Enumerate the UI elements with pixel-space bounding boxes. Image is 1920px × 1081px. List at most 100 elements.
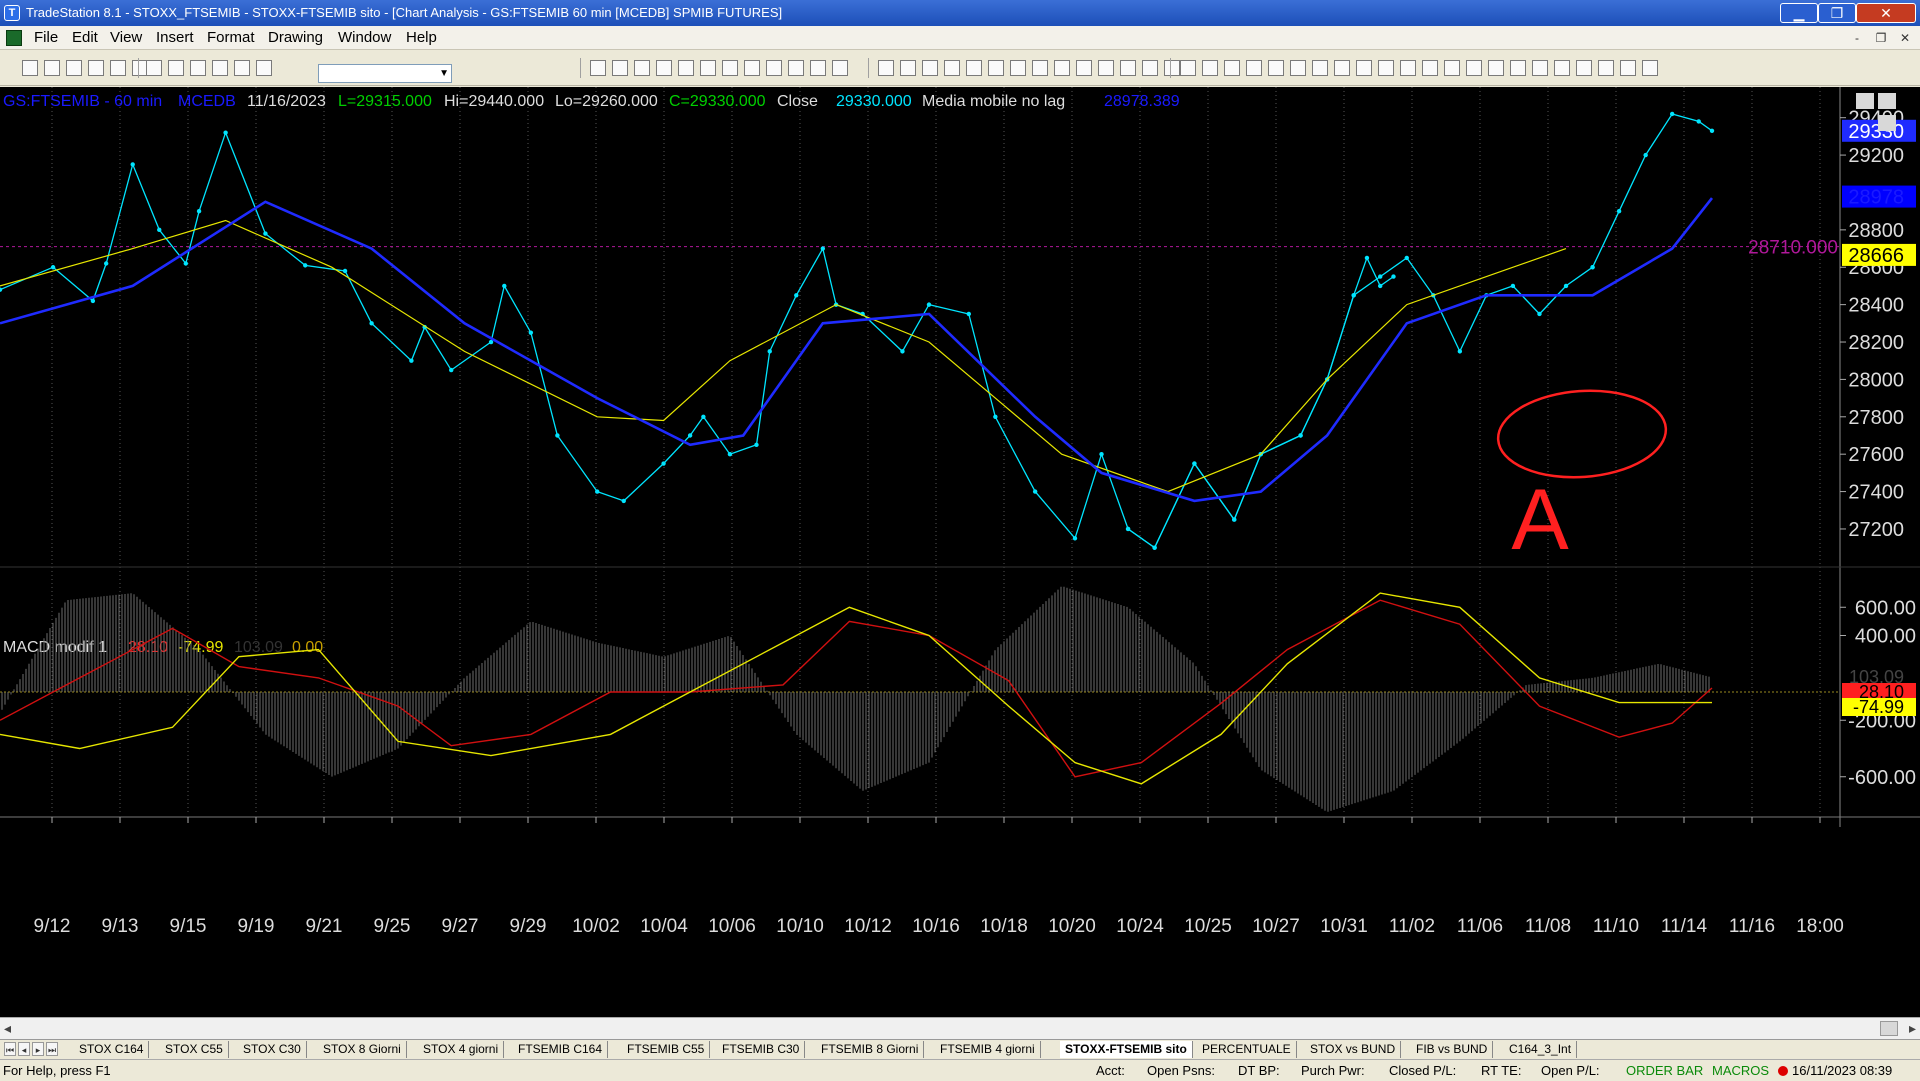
tab-nav-icon[interactable]: ⏭ <box>46 1042 58 1056</box>
mdi-minimize-button[interactable]: - <box>1848 29 1866 47</box>
tab-nav-icon[interactable]: ▸ <box>32 1042 44 1056</box>
toolbar-tool-icon[interactable] <box>190 60 206 76</box>
toolbar-tool-icon[interactable] <box>766 60 782 76</box>
toolbar-tool-icon[interactable] <box>1268 60 1284 76</box>
toolbar-tool-icon[interactable] <box>1598 60 1614 76</box>
toolbar-tool-icon[interactable] <box>1642 60 1658 76</box>
toolbar-tool-icon[interactable] <box>634 60 650 76</box>
scroll-left-icon[interactable]: ◂ <box>4 1020 11 1037</box>
toolbar-tool-icon[interactable] <box>1444 60 1460 76</box>
symbol-combo[interactable]: ▼ <box>318 64 452 83</box>
toolbar-tool-icon[interactable] <box>66 60 82 76</box>
toolbar-tool-icon[interactable] <box>1400 60 1416 76</box>
toolbar-tool-icon[interactable] <box>110 60 126 76</box>
workspace-tab[interactable]: FTSEMIB C30 <box>717 1041 806 1058</box>
toolbar-tool-icon[interactable] <box>44 60 60 76</box>
toolbar-tool-icon[interactable] <box>1576 60 1592 76</box>
workspace-tab[interactable]: STOX vs BUND <box>1305 1041 1402 1058</box>
tradestation-app-icon[interactable]: T <box>4 5 20 21</box>
toolbar-tool-icon[interactable] <box>966 60 982 76</box>
toolbar-tool-icon[interactable] <box>146 60 162 76</box>
toolbar-tool-icon[interactable] <box>1290 60 1306 76</box>
tab-nav-icon[interactable]: ◂ <box>18 1042 30 1056</box>
workspace-tab[interactable]: STOX 4 giorni <box>418 1041 505 1058</box>
toolbar-tool-icon[interactable] <box>1532 60 1548 76</box>
minimize-button[interactable]: ▁ <box>1780 3 1818 23</box>
macros-status[interactable]: MACROS <box>1712 1060 1769 1081</box>
workspace-tab[interactable]: STOXX-FTSEMIB sito <box>1060 1041 1193 1058</box>
toolbar-tool-icon[interactable] <box>1378 60 1394 76</box>
tab-nav-icon[interactable]: ⏮ <box>4 1042 16 1056</box>
toolbar-tool-icon[interactable] <box>1180 60 1196 76</box>
toolbar-tool-icon[interactable] <box>656 60 672 76</box>
scroll-right-icon[interactable]: ▸ <box>1909 1020 1916 1037</box>
toolbar-tool-icon[interactable] <box>1312 60 1328 76</box>
toolbar-tool-icon[interactable] <box>1010 60 1026 76</box>
toolbar-tool-icon[interactable] <box>1510 60 1526 76</box>
toolbar-tool-icon[interactable] <box>1224 60 1240 76</box>
workspace-tab[interactable]: FTSEMIB 4 giorni <box>935 1041 1041 1058</box>
order-bar-status[interactable]: ORDER BAR <box>1626 1060 1703 1081</box>
toolbar-tool-icon[interactable] <box>168 60 184 76</box>
chart-document-icon[interactable] <box>6 30 22 46</box>
toolbar-tool-icon[interactable] <box>1334 60 1350 76</box>
toolbar-tool-icon[interactable] <box>212 60 228 76</box>
close-button[interactable]: ✕ <box>1856 3 1916 23</box>
toolbar-tool-icon[interactable] <box>1246 60 1262 76</box>
horizontal-scrollbar[interactable]: ◂ ▸ <box>0 1017 1920 1039</box>
toolbar-tool-icon[interactable] <box>1098 60 1114 76</box>
toolbar-tool-icon[interactable] <box>1076 60 1092 76</box>
menu-window[interactable]: Window <box>338 26 391 50</box>
toolbar-tool-icon[interactable] <box>1554 60 1570 76</box>
workspace-tab[interactable]: PERCENTUALE <box>1197 1041 1297 1058</box>
scroll-thumb[interactable] <box>1880 1021 1898 1036</box>
toolbar-tool-icon[interactable] <box>1356 60 1372 76</box>
toolbar-tool-icon[interactable] <box>1620 60 1636 76</box>
toolbar-tool-icon[interactable] <box>878 60 894 76</box>
toolbar-tool-icon[interactable] <box>900 60 916 76</box>
menu-file[interactable]: File <box>34 26 58 50</box>
toolbar-tool-icon[interactable] <box>944 60 960 76</box>
workspace-tab[interactable]: STOX C55 <box>160 1041 229 1058</box>
chart-area[interactable]: 29400 29200 28800 28600 28400 28200 28000 27800… <box>0 87 1920 1017</box>
chart-canvas[interactable]: 2940029200288002860028400282002800027800… <box>0 87 1920 1017</box>
toolbar-tool-icon[interactable] <box>832 60 848 76</box>
toolbar-tool-icon[interactable] <box>1032 60 1048 76</box>
workspace-tab[interactable]: STOX 8 Giorni <box>318 1041 407 1058</box>
toolbar-tool-icon[interactable] <box>1202 60 1218 76</box>
menu-insert[interactable]: Insert <box>156 26 194 50</box>
toolbar-tool-icon[interactable] <box>678 60 694 76</box>
toolbar-tool-icon[interactable] <box>1164 60 1180 76</box>
toolbar-tool-icon[interactable] <box>22 60 38 76</box>
maximize-button[interactable]: ❐ <box>1818 3 1856 23</box>
menu-view[interactable]: View <box>110 26 142 50</box>
chart-min-button[interactable] <box>1856 93 1874 109</box>
menu-help[interactable]: Help <box>406 26 437 50</box>
toolbar-tool-icon[interactable] <box>1120 60 1136 76</box>
workspace-tab[interactable]: FTSEMIB C55 <box>622 1041 711 1058</box>
toolbar-tool-icon[interactable] <box>744 60 760 76</box>
workspace-tab[interactable]: FTSEMIB 8 Giorni <box>816 1041 925 1058</box>
toolbar-tool-icon[interactable] <box>722 60 738 76</box>
toolbar-tool-icon[interactable] <box>1054 60 1070 76</box>
mdi-restore-button[interactable]: ❐ <box>1872 29 1890 47</box>
chevron-down-icon[interactable]: ▼ <box>439 68 449 79</box>
toolbar-tool-icon[interactable] <box>1466 60 1482 76</box>
toolbar-tool-icon[interactable] <box>922 60 938 76</box>
workspace-tab[interactable]: FIB vs BUND <box>1411 1041 1494 1058</box>
toolbar-tool-icon[interactable] <box>1142 60 1158 76</box>
toolbar-tool-icon[interactable] <box>88 60 104 76</box>
toolbar-tool-icon[interactable] <box>988 60 1004 76</box>
menu-edit[interactable]: Edit <box>72 26 98 50</box>
workspace-tab[interactable]: FTSEMIB C164 <box>513 1041 609 1058</box>
toolbar-tool-icon[interactable] <box>1488 60 1504 76</box>
toolbar-tool-icon[interactable] <box>1422 60 1438 76</box>
workspace-tab[interactable]: STOX C30 <box>238 1041 307 1058</box>
toolbar-tool-icon[interactable] <box>700 60 716 76</box>
toolbar-tool-icon[interactable] <box>810 60 826 76</box>
mdi-close-button[interactable]: ✕ <box>1896 29 1914 47</box>
toolbar-tool-icon[interactable] <box>256 60 272 76</box>
toolbar-tool-icon[interactable] <box>590 60 606 76</box>
chart-max-button[interactable] <box>1878 93 1896 109</box>
workspace-tab[interactable]: STOX C164 <box>74 1041 150 1058</box>
